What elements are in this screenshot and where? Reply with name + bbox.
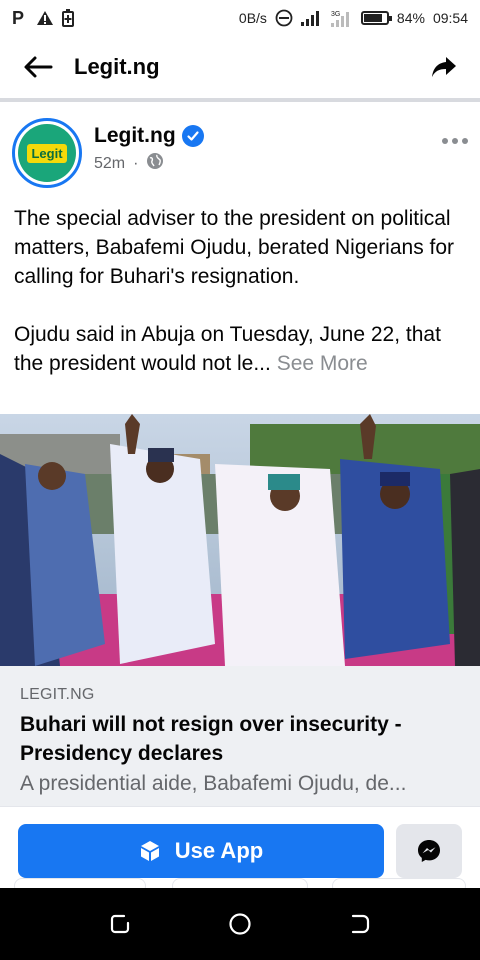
- avatar-logo: Legit: [27, 143, 67, 163]
- status-right: 0B/s 3G 84% 09:54: [239, 9, 468, 27]
- share-icon: [432, 57, 456, 77]
- system-nav-bar: [0, 888, 480, 960]
- status-bar: P 0B/s 3G 84% 09:54: [0, 0, 480, 36]
- post-paragraph-2-text: Ojudu said in Abuja on Tuesday, June 22,…: [14, 323, 441, 375]
- post-paragraph-2: Ojudu said in Abuja on Tuesday, June 22,…: [14, 320, 470, 378]
- globe-icon: [146, 152, 164, 175]
- header-title: Legit.ng: [74, 54, 160, 79]
- post-image[interactable]: [0, 414, 480, 666]
- link-description: A presidential aide, Babafemi Ojudu, de.…: [20, 772, 407, 795]
- parking-icon: P: [12, 9, 28, 27]
- signal-icon: [300, 10, 323, 26]
- peek-pill: [332, 878, 466, 888]
- avatar-logo-bg: Legit: [18, 124, 76, 182]
- recents-icon: [110, 914, 130, 934]
- dot-icon: [452, 138, 458, 144]
- post-meta: 52m ·: [94, 152, 204, 175]
- dot-icon: [462, 138, 468, 144]
- post-paragraph-1: The special adviser to the president on …: [14, 207, 455, 288]
- use-app-button[interactable]: Use App: [18, 824, 384, 878]
- messenger-button[interactable]: [396, 824, 462, 878]
- use-app-label: Use App: [174, 838, 264, 863]
- post-time[interactable]: 52m: [94, 155, 125, 173]
- page-info: Legit.ng 52m ·: [94, 124, 204, 175]
- peek-pill: [172, 878, 308, 888]
- peek-pill: [14, 878, 146, 888]
- home-icon: [229, 913, 251, 935]
- do-not-disturb-icon: [275, 9, 293, 27]
- battery-percent: 84%: [396, 10, 425, 26]
- back-nav-button[interactable]: [340, 904, 380, 944]
- recents-button[interactable]: [100, 904, 140, 944]
- arrow-left-icon: [24, 56, 53, 78]
- messenger-icon: [418, 840, 440, 862]
- link-title: Buhari will not resign over insecurity -…: [20, 713, 402, 765]
- avatar[interactable]: Legit: [12, 118, 82, 188]
- battery-icon: [360, 11, 392, 25]
- signal-3g-icon: 3G: [330, 9, 353, 27]
- page-name[interactable]: Legit.ng: [94, 124, 176, 148]
- status-left-icons: P: [12, 9, 74, 27]
- clock: 09:54: [432, 10, 468, 26]
- battery-saver-icon: [62, 9, 74, 27]
- link-domain: LEGIT.NG: [20, 686, 95, 703]
- svg-text:3G: 3G: [331, 11, 340, 18]
- app-header: Legit.ng: [0, 36, 480, 102]
- more-options-icon[interactable]: [442, 138, 468, 144]
- verified-badge-icon: [181, 125, 204, 147]
- cube-icon: [140, 841, 159, 861]
- post-header: Legit Legit.ng 52m ·: [0, 110, 480, 200]
- home-button[interactable]: [220, 904, 260, 944]
- bottom-action-bar: Use App: [0, 806, 480, 888]
- dot-icon: [442, 138, 448, 144]
- back-button[interactable]: [18, 47, 58, 87]
- see-more-link[interactable]: See More: [277, 352, 368, 375]
- page-name-row: Legit.ng: [94, 124, 204, 148]
- svg-text:P: P: [12, 9, 24, 27]
- meta-separator: ·: [133, 154, 139, 172]
- post-text: The special adviser to the president on …: [14, 204, 470, 407]
- link-preview-card[interactable]: LEGIT.NG Buhari will not resign over ins…: [0, 666, 480, 806]
- peeking-reaction-row: [0, 878, 480, 888]
- back-nav-icon: [351, 914, 370, 934]
- network-speed: 0B/s: [238, 10, 267, 26]
- battery-fill: [363, 14, 382, 22]
- warning-icon: [36, 10, 54, 26]
- share-button[interactable]: [424, 47, 464, 87]
